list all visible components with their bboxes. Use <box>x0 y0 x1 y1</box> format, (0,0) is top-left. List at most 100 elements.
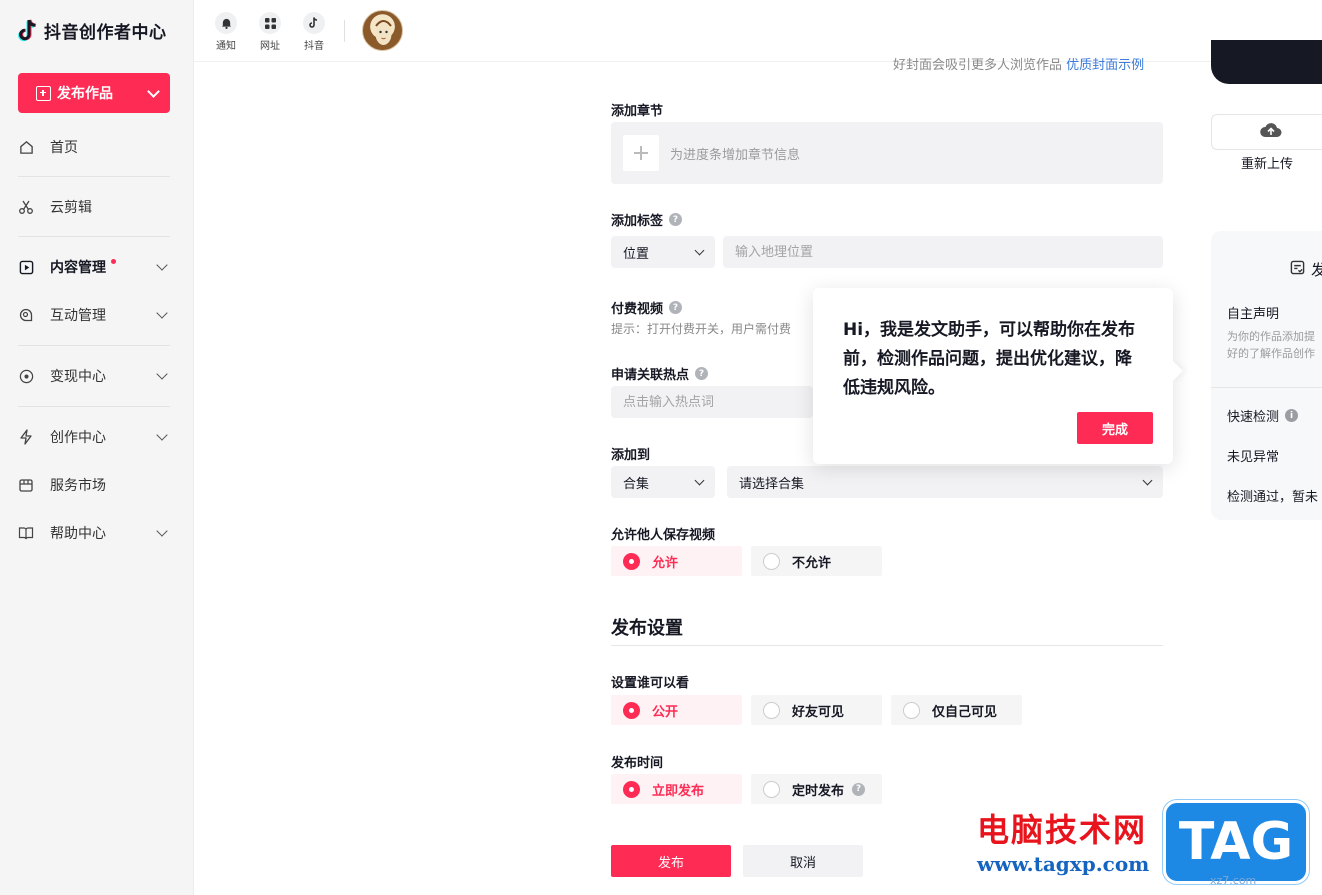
radio-dot <box>623 552 640 570</box>
done-button[interactable]: 完成 <box>1077 412 1153 444</box>
radio-allow-save[interactable]: 允许 <box>611 546 742 576</box>
logo[interactable]: 抖音创作者中心 <box>18 18 167 43</box>
sidebar-item-content-management[interactable]: 内容管理 <box>18 251 170 283</box>
question-icon[interactable]: ? <box>669 213 683 226</box>
book-icon <box>18 525 34 541</box>
radio-dot <box>763 701 780 719</box>
sidebar-item-cloud-edit[interactable]: 云剪辑 <box>18 191 170 223</box>
self-declare-desc: 为你的作品添加提 <box>1227 330 1315 343</box>
store-icon <box>18 477 34 493</box>
no-anomaly-text: 未见异常 <box>1227 450 1280 465</box>
tag-type-select[interactable]: 位置 <box>611 236 715 268</box>
douyin-icon <box>303 12 325 34</box>
paid-video-tip: 提示：打开付费开关，用户需付费 <box>611 322 792 336</box>
popover-text: Hi，我是发文助手，可以帮助你在发布前，检测作品问题，提出优化建议，降低违规风险… <box>843 320 1136 398</box>
reupload-button[interactable] <box>1211 114 1322 150</box>
check-panel-title: 发 <box>1311 261 1322 279</box>
topbar-douyin[interactable]: 抖音 <box>296 12 332 52</box>
topbar-separator <box>344 20 345 42</box>
question-icon[interactable]: ? <box>852 782 866 796</box>
sidebar-item-creation-center[interactable]: 创作中心 <box>18 421 170 453</box>
publish-button[interactable]: 发布 <box>611 845 731 877</box>
chevron-down-icon <box>694 245 705 255</box>
sidebar: 抖音创作者中心 发布作品 首页 云剪辑 内容管理 互动管理 变现中心 创作中心 … <box>0 0 194 895</box>
radio-label: 不允许 <box>792 555 832 571</box>
topbar-urls[interactable]: 网址 <box>252 12 288 52</box>
add-to-label-text: 添加到 <box>611 448 651 463</box>
sidebar-item-label: 服务市场 <box>50 478 106 494</box>
visibility-label-text: 设置谁可以看 <box>611 676 690 691</box>
sidebar-item-interaction-management[interactable]: 互动管理 <box>18 299 170 331</box>
quick-check: 快速检测 i <box>1227 406 1299 425</box>
cover-hint: 好封面会吸引更多人浏览作品 优质封面示例 <box>893 54 1144 73</box>
sidebar-item-home[interactable]: 首页 <box>18 131 170 163</box>
radio-label: 好友可见 <box>792 704 845 720</box>
topbar-label: 网址 <box>260 41 280 52</box>
play-square-icon <box>18 259 34 275</box>
chapter-placeholder: 为进度条增加章节信息 <box>670 147 801 163</box>
add-to-label: 添加到 <box>611 444 650 463</box>
radio-dot <box>763 780 780 798</box>
cover-example-link[interactable]: 优质封面示例 <box>1066 58 1144 73</box>
sidebar-item-label: 帮助中心 <box>50 526 106 542</box>
check-panel-divider <box>1211 387 1322 388</box>
radio-disallow-save[interactable]: 不允许 <box>751 546 882 576</box>
chevron-down-icon <box>1142 475 1153 485</box>
info-icon[interactable]: i <box>1285 409 1299 422</box>
hotspot-label: 申请关联热点 ? <box>611 364 709 383</box>
publish-work-label: 发布作品 <box>57 86 113 102</box>
collection-select[interactable]: 请选择合集 <box>727 466 1163 498</box>
sidebar-item-monetization[interactable]: 变现中心 <box>18 360 170 392</box>
radio-friends[interactable]: 好友可见 <box>751 695 882 725</box>
watermark-logo: TAG <box>1163 800 1309 884</box>
tags-label: 添加标签 ? <box>611 210 683 229</box>
add-to-type-select[interactable]: 合集 <box>611 466 715 498</box>
cancel-button[interactable]: 取消 <box>743 845 863 877</box>
hotspot-input[interactable] <box>611 386 813 418</box>
radio-dot <box>903 701 920 719</box>
question-icon[interactable]: ? <box>695 367 709 380</box>
sidebar-item-label: 创作中心 <box>50 430 106 446</box>
add-chapter-box[interactable]: 为进度条增加章节信息 <box>611 122 1163 184</box>
bell-icon <box>215 12 237 34</box>
sidebar-item-service-market[interactable]: 服务市场 <box>18 469 170 501</box>
radio-label: 仅自己可见 <box>932 704 998 720</box>
radio-publish-now[interactable]: 立即发布 <box>611 774 742 804</box>
sidebar-item-label: 变现中心 <box>50 369 106 385</box>
cloud-upload-icon <box>1260 122 1282 142</box>
reupload-label: 重新上传 <box>1241 157 1294 172</box>
sidebar-item-label: 云剪辑 <box>50 200 92 216</box>
scissors-icon <box>18 199 34 215</box>
watermark-url: www.tagxp.com <box>977 852 1150 876</box>
topbar-notification[interactable]: 通知 <box>208 12 244 52</box>
radio-label: 公开 <box>652 704 679 720</box>
paid-video-label-text: 付费视频 <box>611 302 664 317</box>
publish-time-label: 发布时间 <box>611 752 663 771</box>
radio-public[interactable]: 公开 <box>611 695 742 725</box>
chevron-down-icon <box>156 429 168 441</box>
chevron-down-icon <box>156 525 168 537</box>
chevron-down-icon <box>156 307 168 319</box>
chevron-down-icon <box>156 259 168 271</box>
radio-scheduled-publish[interactable]: 定时发布 ? <box>751 774 882 804</box>
home-icon <box>18 139 34 155</box>
self-declare-title[interactable]: 自主声明 <box>1227 303 1279 322</box>
lightning-icon <box>18 429 34 445</box>
sidebar-divider <box>18 176 170 177</box>
check-panel-header: 发 <box>1290 259 1322 280</box>
sidebar-divider <box>18 406 170 407</box>
publish-work-button[interactable]: 发布作品 <box>18 73 170 113</box>
cover-hint-text: 好封面会吸引更多人浏览作品 <box>893 58 1063 73</box>
chapter-label-text: 添加章节 <box>611 104 664 119</box>
question-icon[interactable]: ? <box>669 301 683 314</box>
sidebar-divider <box>18 345 170 346</box>
avatar[interactable] <box>362 10 403 51</box>
sidebar-item-label: 内容管理 <box>50 260 106 276</box>
radio-private[interactable]: 仅自己可见 <box>891 695 1022 725</box>
chevron-down-icon <box>694 475 705 485</box>
chevron-down-icon[interactable] <box>147 84 160 98</box>
sidebar-item-help-center[interactable]: 帮助中心 <box>18 517 170 549</box>
plus-icon <box>623 135 659 171</box>
location-input[interactable] <box>723 236 1163 268</box>
publish-settings-title: 发布设置 <box>611 618 683 639</box>
